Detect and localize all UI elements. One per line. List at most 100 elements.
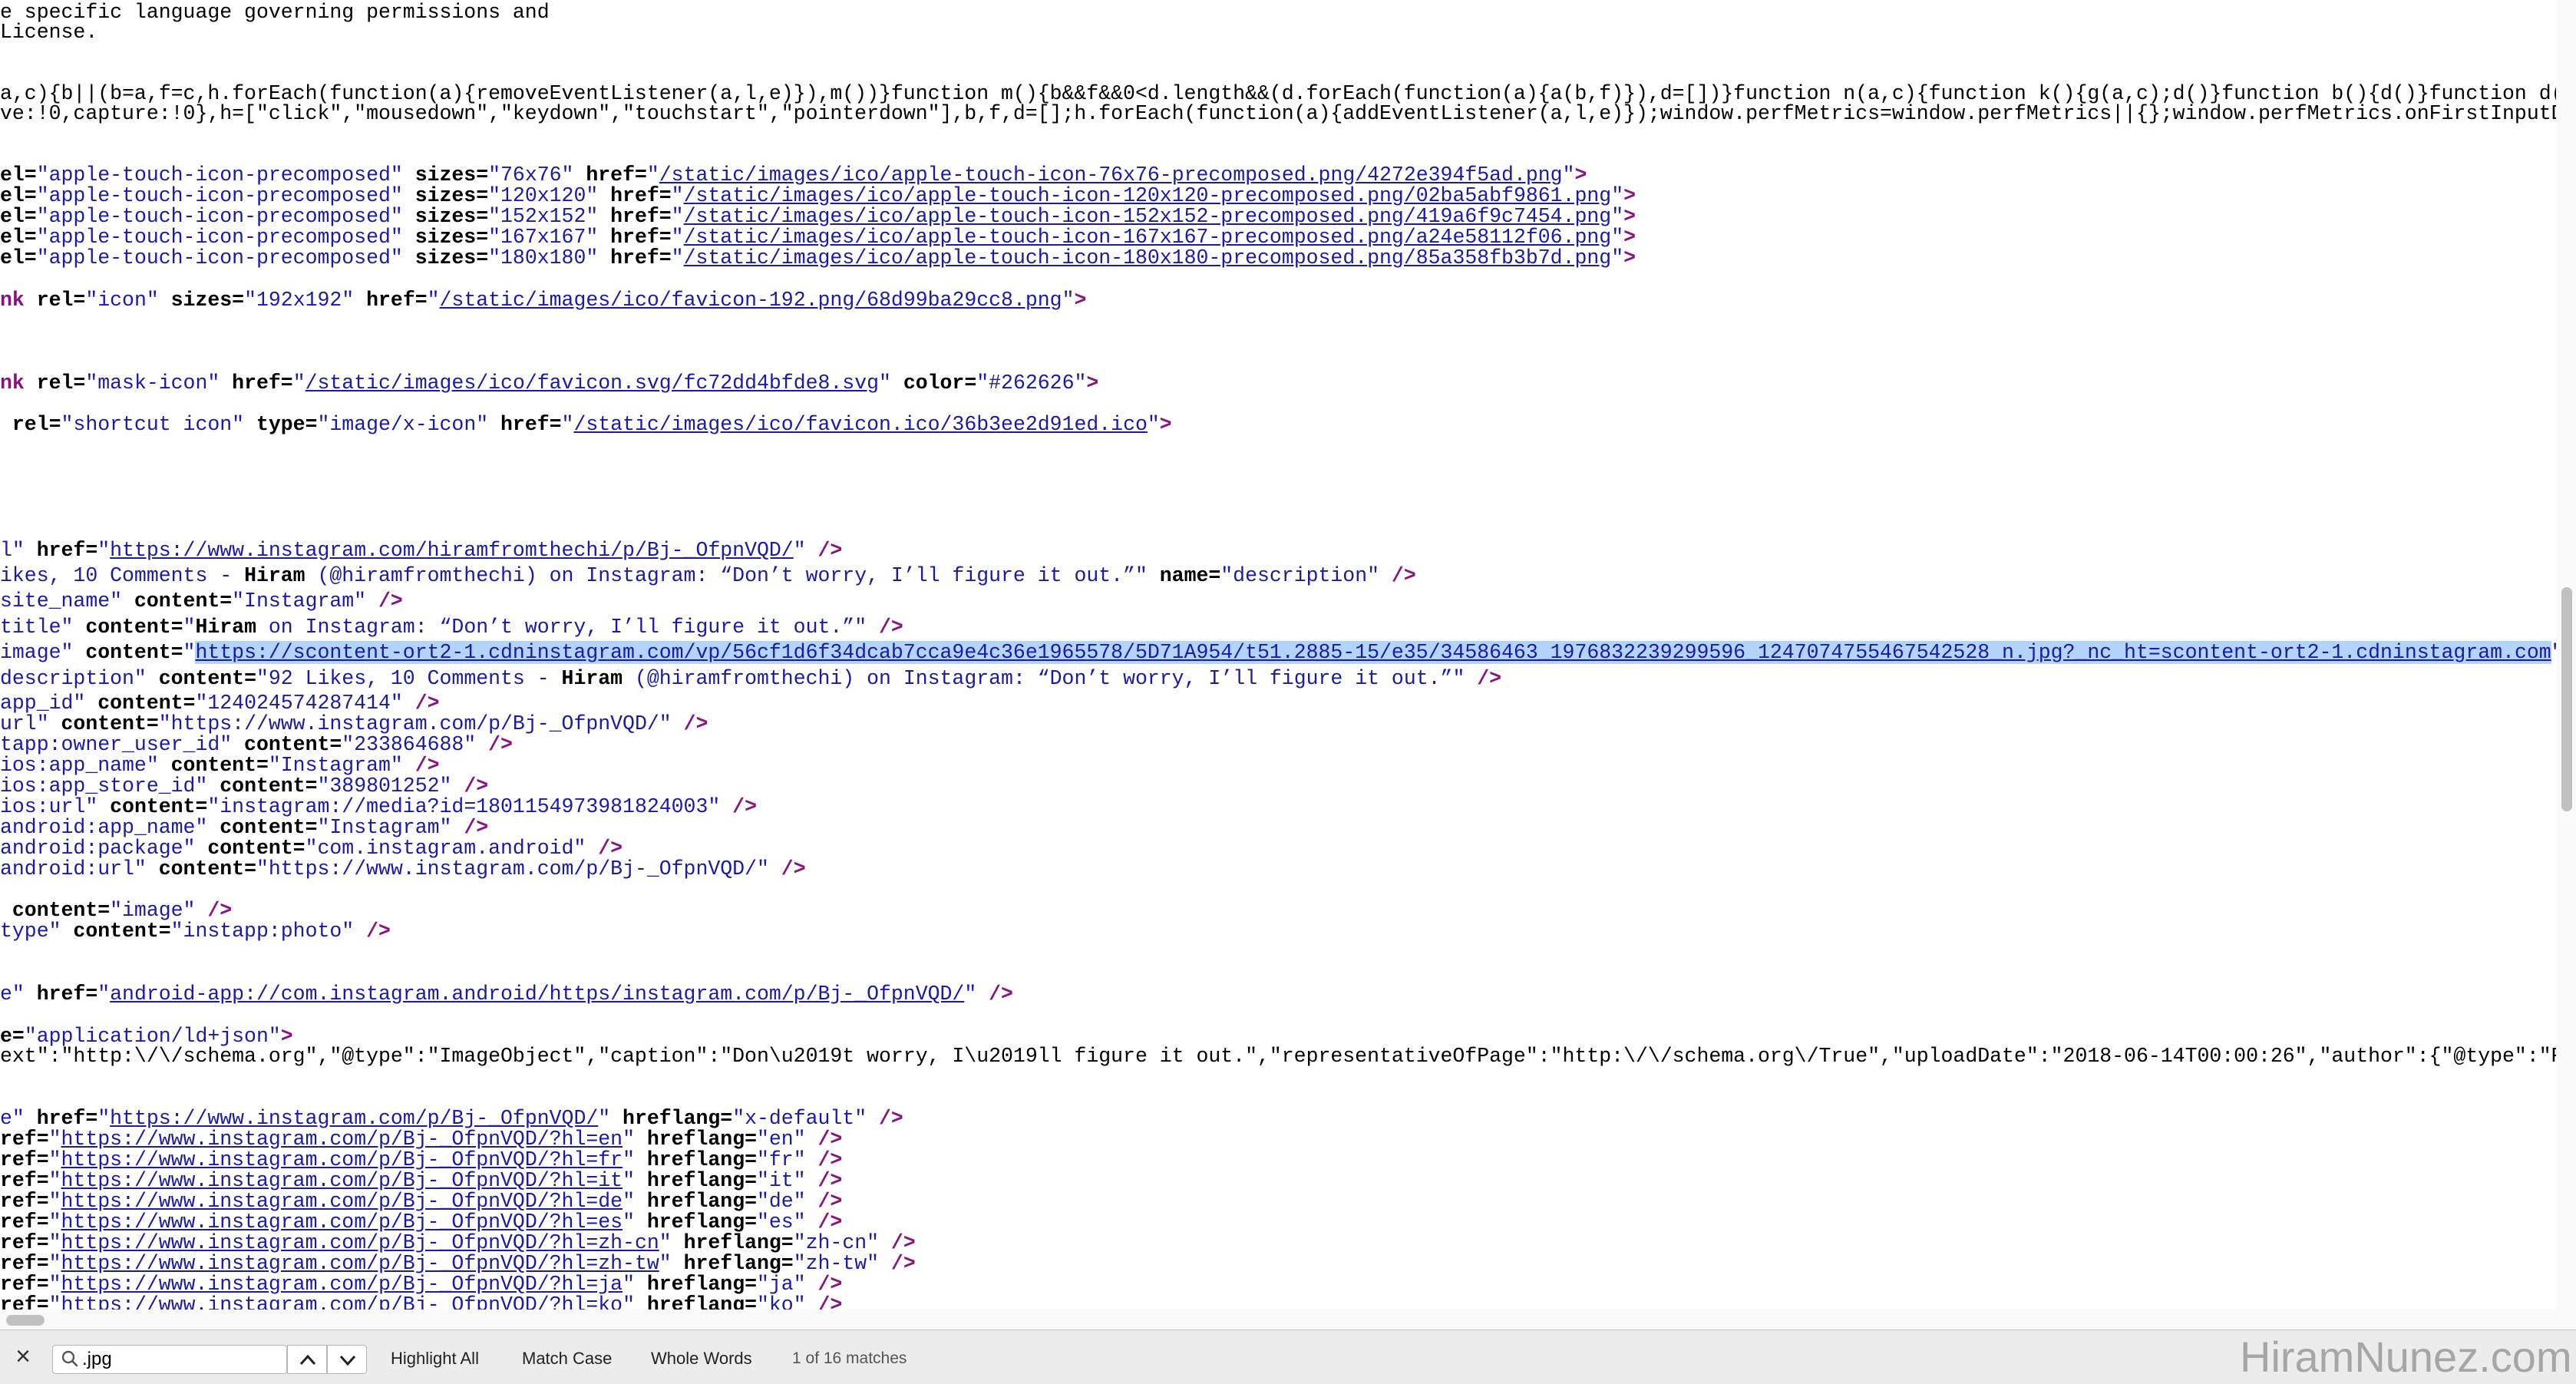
- source-link[interactable]: https://www.instagram.com/p/Bj-_OfpnVQD/…: [61, 1273, 623, 1296]
- find-input-box[interactable]: [52, 1345, 287, 1374]
- source-token: ref=: [0, 1273, 49, 1296]
- source-token: content=: [158, 754, 269, 777]
- source-line: nk rel="mask-icon" href="/static/images/…: [0, 372, 1098, 394]
- source-token: "apple-touch-icon-precomposed": [36, 205, 403, 228]
- source-token: ": [1611, 246, 1624, 269]
- source-token: "x-default": [732, 1107, 867, 1130]
- vertical-scroll-thumb[interactable]: [2561, 587, 2572, 811]
- source-token: />: [879, 1252, 916, 1275]
- source-token: "120x120": [488, 184, 599, 207]
- source-token: hreflang=: [671, 1231, 794, 1254]
- source-token: ": [48, 1252, 61, 1275]
- source-token: ref=: [0, 1190, 49, 1213]
- source-link[interactable]: https://www.instagram.com/p/Bj-_OfpnVQD/…: [61, 1231, 659, 1254]
- source-token: site_name": [0, 590, 123, 613]
- source-link[interactable]: /static/images/ico/apple-touch-icon-167x…: [684, 226, 1612, 249]
- search-match-highlight[interactable]: https://scontent-ort2-1.cdninstagram.com…: [195, 641, 2551, 664]
- source-link[interactable]: https://www.instagram.com/hiramfromthech…: [110, 539, 794, 562]
- source-link[interactable]: android-app://com.instagram.android/http…: [110, 983, 964, 1006]
- source-token: />: [867, 1107, 903, 1130]
- source-link[interactable]: /static/images/ico/apple-touch-icon-76x7…: [659, 164, 1563, 187]
- source-line: ref="https://www.instagram.com/p/Bj-_Ofp…: [0, 1211, 842, 1233]
- source-line: ref="https://www.instagram.com/p/Bj-_Ofp…: [0, 1294, 842, 1310]
- chevron-up-icon: [299, 1354, 316, 1366]
- source-line: ref="https://www.instagram.com/p/Bj-_Ofp…: [0, 1128, 842, 1150]
- source-token: (@hiramfromthechi) on Instagram: “Don’t …: [623, 667, 1465, 690]
- source-token: android:url": [0, 857, 147, 880]
- source-link[interactable]: /static/images/ico/favicon.svg/fc72dd4bf…: [305, 372, 879, 395]
- source-link[interactable]: https://www.instagram.com/p/Bj-_OfpnVQD/…: [61, 1293, 623, 1310]
- source-token: "en": [757, 1128, 806, 1151]
- source-token: ext":"http:\/\/schema.org","@type":"Imag…: [0, 1045, 2556, 1068]
- find-next-button[interactable]: [327, 1345, 367, 1374]
- source-link[interactable]: /static/images/ico/apple-touch-icon-120x…: [684, 184, 1612, 207]
- source-token: ": [623, 1273, 635, 1296]
- source-link[interactable]: /static/images/ico/favicon-192.png/68d99…: [440, 289, 1062, 312]
- close-icon[interactable]: ×: [8, 1341, 38, 1372]
- source-token: name=: [1147, 564, 1221, 587]
- source-token: sizes=: [402, 205, 489, 228]
- source-token: type": [0, 920, 61, 943]
- source-token: hreflang=: [610, 1107, 733, 1130]
- whole-words-toggle[interactable]: Whole Words: [651, 1349, 752, 1369]
- source-line: ref="https://www.instagram.com/p/Bj-_Ofp…: [0, 1232, 916, 1254]
- source-link[interactable]: /static/images/ico/favicon.ico/36b3ee2d9…: [573, 413, 1147, 436]
- source-token: nk: [0, 372, 25, 395]
- source-token: el=: [0, 205, 37, 228]
- source-token: ": [48, 1231, 61, 1254]
- source-link[interactable]: https://www.instagram.com/p/Bj-_OfpnVQD/…: [61, 1211, 623, 1234]
- view-source-pane[interactable]: e specific language governing permission…: [0, 0, 2556, 1310]
- source-token: "zh-tw": [793, 1252, 880, 1275]
- source-token: />: [867, 616, 903, 639]
- source-token: ": [671, 246, 684, 269]
- source-token: rel=: [24, 289, 86, 312]
- source-token: href=: [573, 164, 647, 187]
- source-token: tapp:owner_user_id": [0, 733, 233, 756]
- source-line: e" href="https://www.instagram.com/p/Bj-…: [0, 1108, 903, 1129]
- source-token: Hiram: [244, 564, 305, 587]
- source-line: e" href="android-app://com.instagram.and…: [0, 983, 1013, 1005]
- source-link[interactable]: https://www.instagram.com/p/Bj-_OfpnVQD/…: [61, 1148, 623, 1171]
- source-link[interactable]: /static/images/ico/apple-touch-icon-152x…: [684, 205, 1612, 228]
- source-link[interactable]: https://www.instagram.com/p/Bj-_OfpnVQD/…: [61, 1190, 623, 1213]
- source-token: url": [0, 712, 49, 735]
- source-line: nk rel="icon" sizes="192x192" href="/sta…: [0, 289, 1086, 311]
- source-link[interactable]: https://www.instagram.com/p/Bj-_OfpnVQD/…: [61, 1252, 659, 1275]
- source-token: content=: [146, 667, 256, 690]
- source-token: "#262626": [976, 372, 1087, 395]
- source-token: ": [48, 1273, 61, 1296]
- source-token: android:package": [0, 837, 196, 860]
- source-link[interactable]: https://www.instagram.com/p/Bj-_OfpnVQD/: [110, 1107, 598, 1130]
- match-case-toggle[interactable]: Match Case: [522, 1349, 612, 1369]
- source-line: app_id" content="124024574287414" />: [0, 692, 440, 714]
- source-token: />: [1379, 564, 1416, 587]
- horizontal-scroll-thumb[interactable]: [6, 1315, 45, 1326]
- source-token: "Instagram": [268, 754, 403, 777]
- source-link[interactable]: https://www.instagram.com/p/Bj-_OfpnVQD/…: [61, 1128, 623, 1151]
- horizontal-scrollbar[interactable]: [0, 1310, 2576, 1329]
- source-token: href=: [220, 372, 293, 395]
- find-previous-button[interactable]: [287, 1345, 327, 1374]
- source-token: "instapp:photo": [170, 920, 355, 943]
- source-token: content=: [146, 857, 256, 880]
- source-token: type=: [244, 413, 318, 436]
- source-token: "instagram://media?id=180115497398182400…: [207, 795, 721, 818]
- source-token: />: [805, 1273, 843, 1296]
- highlight-all-toggle[interactable]: Highlight All: [391, 1349, 479, 1369]
- source-token: content=: [0, 899, 111, 922]
- source-token: "description": [1220, 564, 1380, 587]
- source-line: License.: [0, 21, 97, 43]
- source-token: "233864688": [342, 733, 477, 756]
- source-line: android:url" content="https://www.instag…: [0, 858, 806, 880]
- source-token: ": [623, 1190, 635, 1213]
- source-link[interactable]: https://www.instagram.com/p/Bj-_OfpnVQD/…: [61, 1169, 623, 1192]
- source-token: "https://www.instagram.com/p/Bj-_OfpnVQD…: [158, 712, 672, 735]
- source-token: hreflang=: [671, 1252, 794, 1275]
- source-link[interactable]: /static/images/ico/apple-touch-icon-180x…: [684, 246, 1612, 269]
- source-token: ": [561, 413, 574, 436]
- find-input[interactable]: [82, 1349, 282, 1370]
- source-line: ios:url" content="instagram://media?id=1…: [0, 796, 757, 818]
- source-token: nk: [0, 289, 25, 312]
- source-token: />: [671, 712, 708, 735]
- source-token: href=: [598, 246, 672, 269]
